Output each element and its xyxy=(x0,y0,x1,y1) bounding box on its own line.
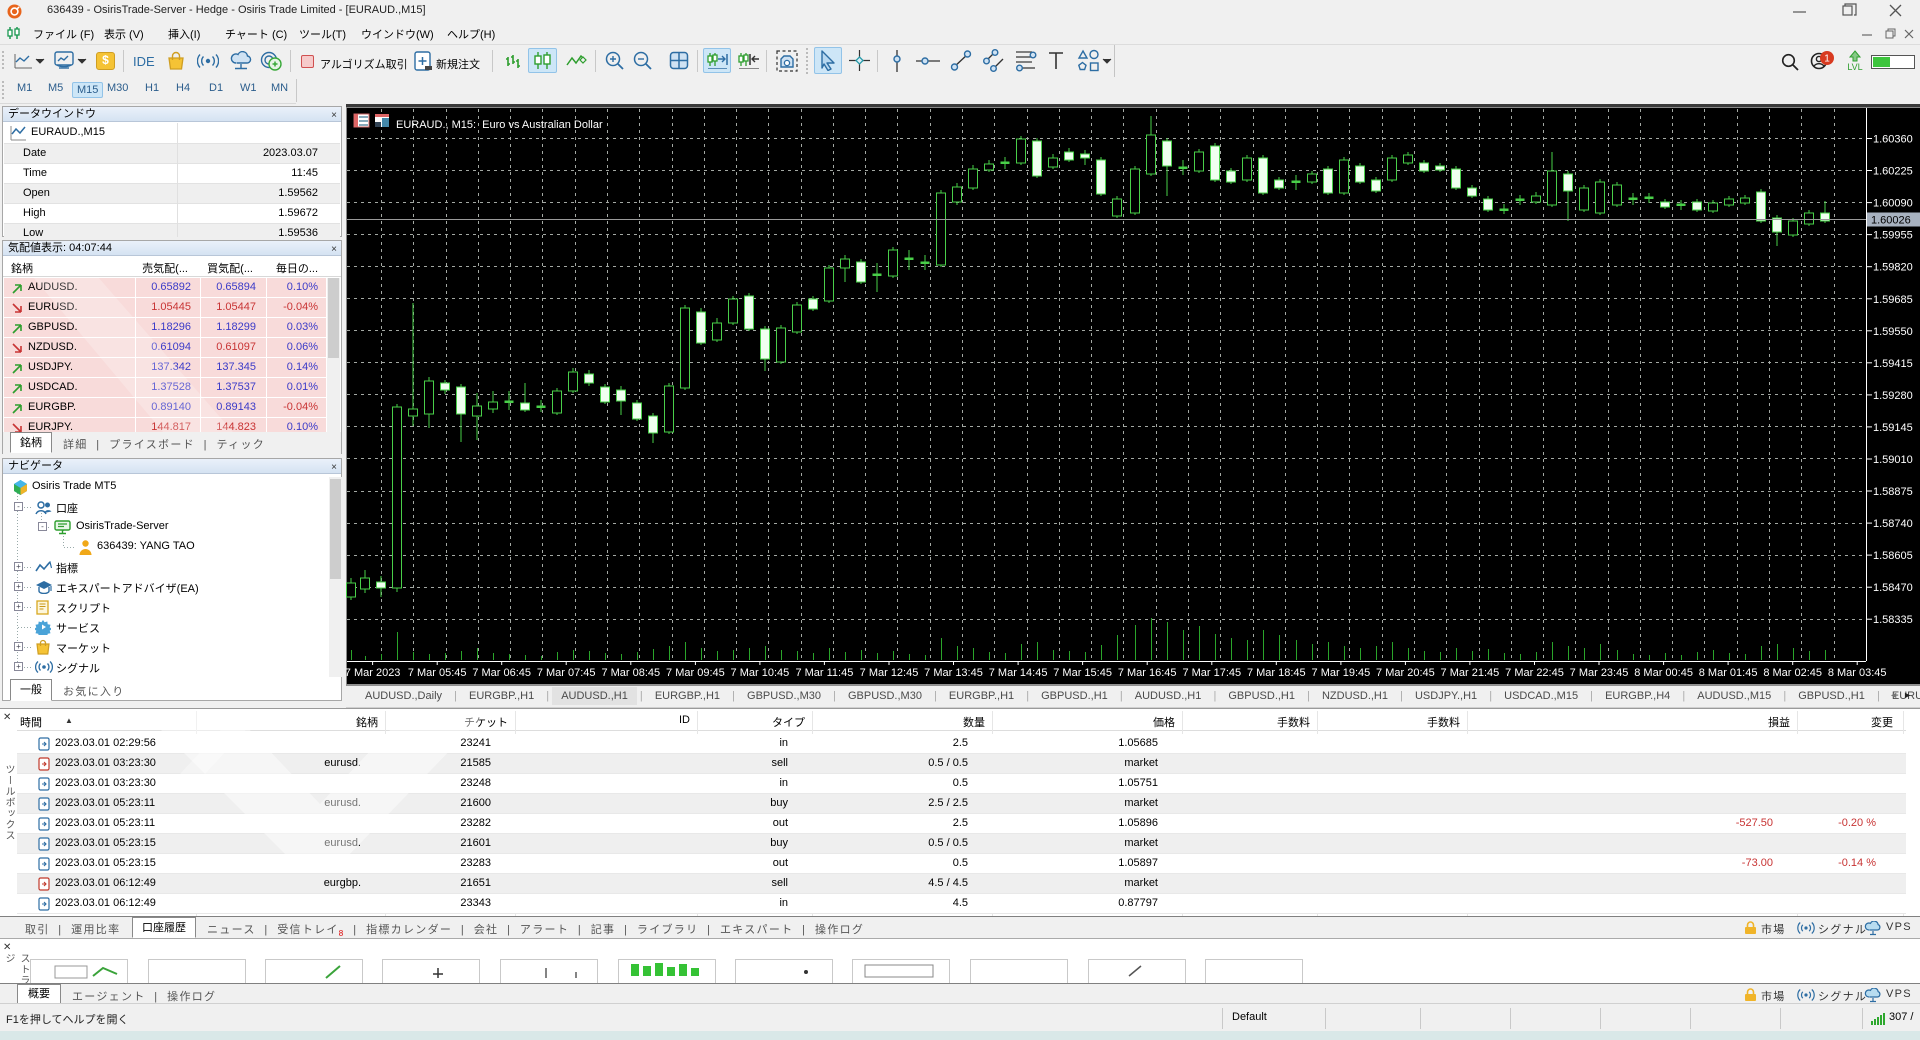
svg-text:1.59550: 1.59550 xyxy=(1873,326,1913,338)
svg-text:8 Mar 02:45: 8 Mar 02:45 xyxy=(1763,667,1822,679)
svg-text:7 Mar 05:45: 7 Mar 05:45 xyxy=(408,667,467,679)
svg-text:7 Mar 21:45: 7 Mar 21:45 xyxy=(1441,667,1500,679)
svg-text:7 Mar 09:45: 7 Mar 09:45 xyxy=(666,667,725,679)
svg-text:1.60090: 1.60090 xyxy=(1873,198,1913,210)
svg-text:7 Mar 16:45: 7 Mar 16:45 xyxy=(1118,667,1177,679)
svg-text:1.59280: 1.59280 xyxy=(1873,390,1913,402)
svg-text:1.60225: 1.60225 xyxy=(1873,166,1913,178)
svg-text:1.58335: 1.58335 xyxy=(1873,614,1913,626)
svg-text:1.59010: 1.59010 xyxy=(1873,454,1913,466)
svg-text:7 Mar 07:45: 7 Mar 07:45 xyxy=(537,667,596,679)
svg-text:1.60026: 1.60026 xyxy=(1871,215,1911,227)
svg-text:7 Mar 10:45: 7 Mar 10:45 xyxy=(731,667,790,679)
svg-text:8 Mar 03:45: 8 Mar 03:45 xyxy=(1828,667,1887,679)
svg-text:7 Mar 22:45: 7 Mar 22:45 xyxy=(1505,667,1564,679)
svg-text:1.59955: 1.59955 xyxy=(1873,230,1913,242)
svg-text:7 Mar 15:45: 7 Mar 15:45 xyxy=(1053,667,1112,679)
svg-text:7 Mar 18:45: 7 Mar 18:45 xyxy=(1247,667,1306,679)
svg-text:7 Mar 19:45: 7 Mar 19:45 xyxy=(1312,667,1371,679)
svg-text:7 Mar 06:45: 7 Mar 06:45 xyxy=(472,667,531,679)
svg-text:7 Mar 12:45: 7 Mar 12:45 xyxy=(860,667,919,679)
svg-text:7 Mar 13:45: 7 Mar 13:45 xyxy=(924,667,983,679)
svg-text:7 Mar 2023: 7 Mar 2023 xyxy=(346,667,400,679)
svg-text:7 Mar 23:45: 7 Mar 23:45 xyxy=(1570,667,1629,679)
svg-text:1.59685: 1.59685 xyxy=(1873,294,1913,306)
svg-text:8 Mar 00:45: 8 Mar 00:45 xyxy=(1634,667,1693,679)
svg-text:1.59145: 1.59145 xyxy=(1873,422,1913,434)
svg-text:1.58740: 1.58740 xyxy=(1873,518,1913,530)
svg-text:7 Mar 14:45: 7 Mar 14:45 xyxy=(989,667,1048,679)
svg-text:7 Mar 17:45: 7 Mar 17:45 xyxy=(1182,667,1241,679)
svg-text:1.58605: 1.58605 xyxy=(1873,550,1913,562)
svg-text:7 Mar 08:45: 7 Mar 08:45 xyxy=(601,667,660,679)
svg-text:1: 1 xyxy=(1824,54,1830,65)
svg-text:1.59415: 1.59415 xyxy=(1873,358,1913,370)
svg-text:1.58470: 1.58470 xyxy=(1873,582,1913,594)
svg-text:EURAUD., M15: Euro vs Austral: EURAUD., M15: Euro vs Australian Dollar xyxy=(396,119,603,131)
svg-text:7 Mar 20:45: 7 Mar 20:45 xyxy=(1376,667,1435,679)
svg-text:8 Mar 01:45: 8 Mar 01:45 xyxy=(1699,667,1758,679)
svg-text:1.58875: 1.58875 xyxy=(1873,486,1913,498)
svg-text:1.59820: 1.59820 xyxy=(1873,262,1913,274)
svg-text:1.60360: 1.60360 xyxy=(1873,134,1913,146)
svg-text:7 Mar 11:45: 7 Mar 11:45 xyxy=(795,667,853,679)
svg-text:LVL: LVL xyxy=(1847,62,1862,72)
